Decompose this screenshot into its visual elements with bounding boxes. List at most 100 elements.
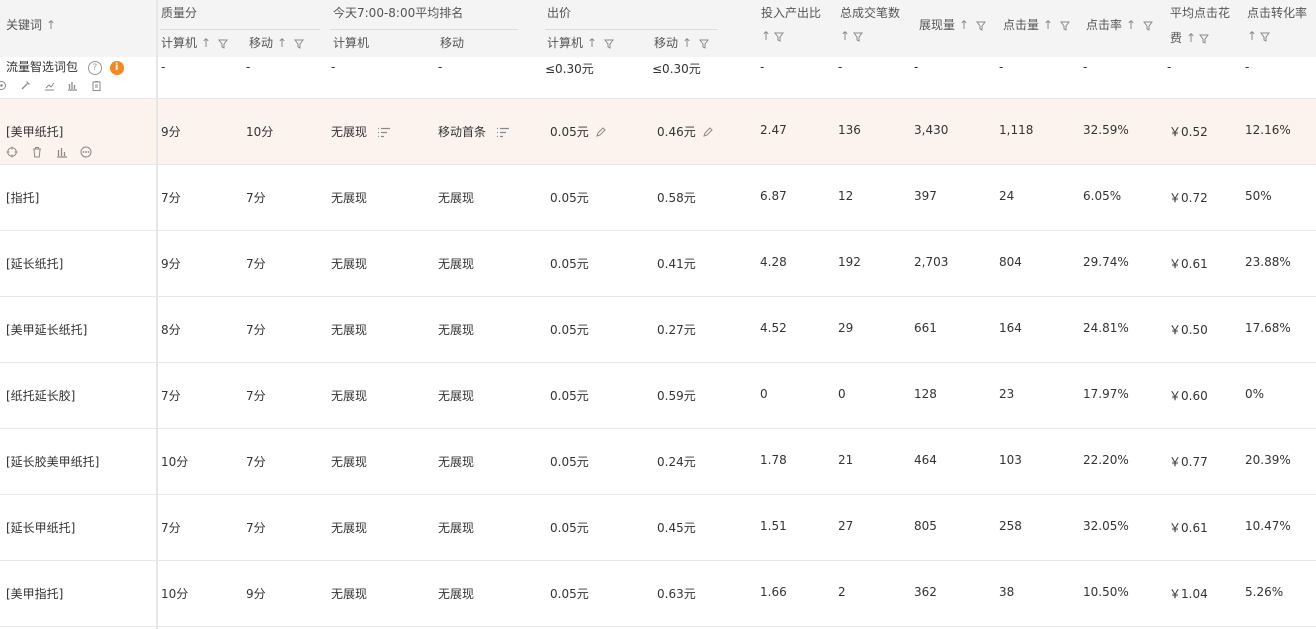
ctr-cell: 32.59% xyxy=(1083,123,1129,137)
help-icon[interactable]: ? xyxy=(87,60,102,75)
header-keyword[interactable]: 关键词 ↑ xyxy=(6,16,56,33)
bid-mobile-cell[interactable]: 0.45元 xyxy=(657,519,696,536)
rank-pc-cell: 无展现 xyxy=(331,587,368,601)
table-row[interactable]: [美甲指托] 10分 9分 无展现 无展现 0.05元 0.63元 1.66 2… xyxy=(0,561,1316,627)
keyword-cell[interactable]: [美甲纸托] xyxy=(6,123,63,140)
bid-pc-cell[interactable]: 0.05元 xyxy=(550,189,589,206)
cvr-cell: 12.16% xyxy=(1245,123,1291,137)
impressions-cell: 661 xyxy=(914,321,937,335)
header-orders[interactable]: 总成交笔数 ↑ xyxy=(840,4,900,43)
filter-icon xyxy=(774,32,785,42)
cvr-cell: 50% xyxy=(1245,189,1272,203)
bid-pc-cell[interactable]: 0.05元 xyxy=(550,387,589,404)
keyword-cell[interactable]: [纸托延长胶] xyxy=(6,387,75,404)
rank-list-icon[interactable] xyxy=(377,127,391,139)
rank-list-icon[interactable] xyxy=(496,127,510,139)
table-row[interactable]: [延长纸托] 9分 7分 无展现 无展现 0.05元 0.41元 4.28 19… xyxy=(0,231,1316,297)
rank-mobile-cell: 无展现 xyxy=(438,191,475,205)
bid-pc-cell[interactable]: 0.05元 xyxy=(550,519,589,536)
header-quality-mobile[interactable]: 移动 ↑ xyxy=(249,34,304,51)
table-row[interactable]: [美甲纸托] 9分 10分 无展现 移动首条 0.05元 0.46元 2.47 … xyxy=(0,99,1316,165)
clicks-cell: 258 xyxy=(999,519,1022,533)
clicks-cell: 38 xyxy=(999,585,1015,599)
bar-chart-icon[interactable] xyxy=(56,146,68,158)
orders-cell: 0 xyxy=(838,387,846,401)
clicks-cell: 24 xyxy=(999,189,1015,203)
table-row[interactable]: [纸托延长胶] 7分 7分 无展现 无展现 0.05元 0.59元 0 0 12… xyxy=(0,363,1316,429)
header-ctr[interactable]: 点击率 ↑ xyxy=(1086,16,1153,33)
ctr-cell: 10.50% xyxy=(1083,585,1129,599)
rank-pc-cell: 无展现 xyxy=(331,257,368,271)
package-clicks: - xyxy=(999,60,1004,74)
more-icon[interactable] xyxy=(80,146,92,158)
cpc-cell: ￥0.52 xyxy=(1169,125,1208,139)
roi-cell: 1.78 xyxy=(760,453,787,467)
cvr-cell: 0% xyxy=(1245,387,1265,401)
filter-icon xyxy=(1260,32,1271,42)
bar-chart-icon[interactable] xyxy=(67,80,78,91)
quality-pc-cell: 10分 xyxy=(161,587,189,601)
bid-mobile-cell[interactable]: 0.24元 xyxy=(657,453,696,470)
quality-pc-cell: 7分 xyxy=(161,191,181,205)
bid-mobile-cell[interactable]: 0.27元 xyxy=(657,321,696,338)
header-quality-pc[interactable]: 计算机 ↑ xyxy=(161,34,228,51)
target-icon[interactable] xyxy=(6,146,18,158)
bid-mobile-cell[interactable]: 0.58元 xyxy=(657,189,696,206)
info-icon[interactable]: i xyxy=(109,60,124,75)
rank-mobile-cell: 无展现 xyxy=(438,455,475,469)
cvr-cell: 20.39% xyxy=(1245,453,1291,467)
keyword-cell[interactable]: [指托] xyxy=(6,189,39,206)
rank-mobile-cell: 无展现 xyxy=(438,389,475,403)
header-roi[interactable]: 投入产出比 ↑ xyxy=(761,4,821,43)
header-cvr[interactable]: 点击转化率 ↑ xyxy=(1247,4,1307,43)
keyword-cell[interactable]: [延长纸托] xyxy=(6,255,63,272)
ctr-cell: 24.81% xyxy=(1083,321,1129,335)
bid-pc-cell[interactable]: 0.05元 xyxy=(550,453,589,470)
wrench-icon[interactable] xyxy=(20,80,31,91)
quality-pc-cell: 8分 xyxy=(161,323,181,337)
table-row[interactable]: [美甲延长纸托] 8分 7分 无展现 无展现 0.05元 0.27元 4.52 … xyxy=(0,297,1316,363)
keyword-cell[interactable]: [美甲延长纸托] xyxy=(6,321,87,338)
header-impressions[interactable]: 展现量 ↑ xyxy=(919,16,986,33)
keyword-cell[interactable]: [延长胶美甲纸托] xyxy=(6,453,99,470)
keyword-cell[interactable]: [美甲指托] xyxy=(6,585,63,602)
edit-icon[interactable] xyxy=(702,127,713,138)
quality-mobile-cell: 7分 xyxy=(246,323,266,337)
edit-icon[interactable] xyxy=(595,127,606,138)
bid-mobile-cell[interactable]: 0.59元 xyxy=(657,387,696,404)
keyword-cell[interactable]: [延长甲纸托] xyxy=(6,519,75,536)
table-row[interactable]: [指托] 7分 7分 无展现 无展现 0.05元 0.58元 6.87 12 3… xyxy=(0,165,1316,231)
target-icon[interactable] xyxy=(0,80,7,91)
table-row[interactable]: [延长胶美甲纸托] 10分 7分 无展现 无展现 0.05元 0.24元 1.7… xyxy=(0,429,1316,495)
impressions-cell: 3,430 xyxy=(914,123,949,137)
bid-mobile-cell[interactable]: 0.46元 xyxy=(657,123,713,140)
cvr-cell: 10.47% xyxy=(1245,519,1291,533)
header-avg-cpc[interactable]: 平均点击花 费 ↑ xyxy=(1170,4,1230,46)
header-bid-mobile[interactable]: 移动 ↑ xyxy=(654,34,709,51)
bid-pc-cell[interactable]: 0.05元 xyxy=(550,255,589,272)
bid-pc-cell[interactable]: 0.05元 xyxy=(550,123,606,140)
table-row[interactable]: [延长甲纸托] 7分 7分 无展现 无展现 0.05元 0.45元 1.51 2… xyxy=(0,495,1316,561)
roi-cell: 6.87 xyxy=(760,189,787,203)
bid-pc-cell[interactable]: 0.05元 xyxy=(550,585,589,602)
header-bid-pc[interactable]: 计算机 ↑ xyxy=(547,34,614,51)
bid-mobile-cell[interactable]: 0.41元 xyxy=(657,255,696,272)
package-name-cell: 流量智选词包 ? i xyxy=(6,58,124,75)
quality-mobile-cell: 7分 xyxy=(246,389,266,403)
header-clicks[interactable]: 点击量 ↑ xyxy=(1003,16,1070,33)
filter-icon xyxy=(853,32,864,42)
filter-icon xyxy=(217,39,228,49)
package-cpc: - xyxy=(1167,60,1172,74)
rank-pc-cell: 无展现 xyxy=(331,323,368,337)
cpc-cell: ￥0.61 xyxy=(1169,257,1208,271)
row-toolbar xyxy=(6,144,101,158)
package-cvr: - xyxy=(1245,60,1250,74)
trash-icon[interactable] xyxy=(31,146,43,158)
bid-mobile-cell[interactable]: 0.63元 xyxy=(657,585,696,602)
cvr-cell: 5.26% xyxy=(1245,585,1284,599)
bid-pc-cell[interactable]: 0.05元 xyxy=(550,321,589,338)
roi-cell: 1.51 xyxy=(760,519,787,533)
cvr-cell: 17.68% xyxy=(1245,321,1291,335)
clipboard-icon[interactable] xyxy=(91,80,102,91)
trend-chart-icon[interactable] xyxy=(44,80,55,91)
